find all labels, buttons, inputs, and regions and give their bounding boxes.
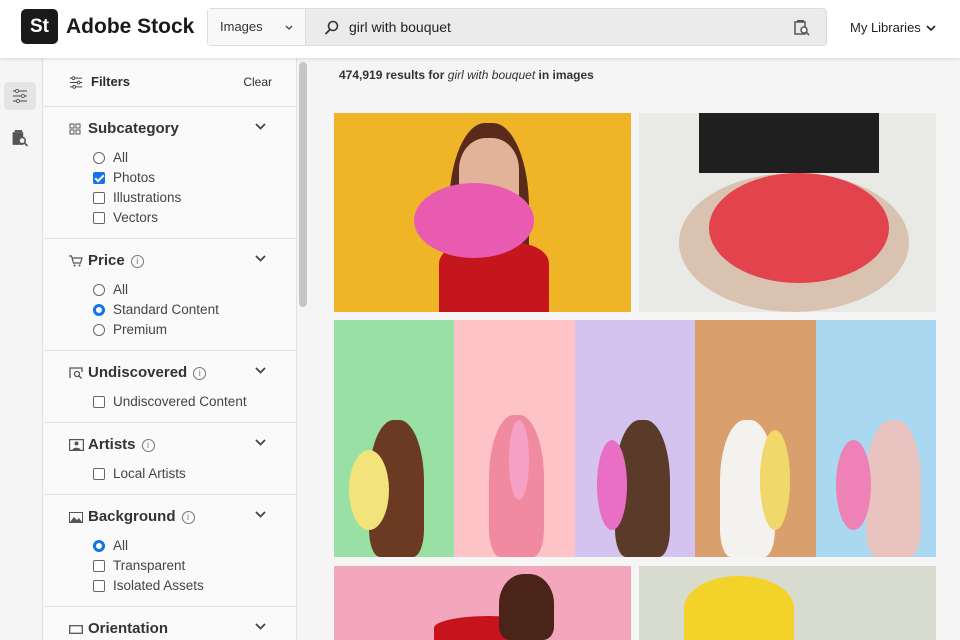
- results-summary: 474,919 results for girl with bouquet in…: [339, 68, 594, 82]
- result-image[interactable]: [334, 566, 631, 640]
- filters-scrollbar[interactable]: [299, 62, 307, 307]
- grid-icon: [69, 119, 88, 139]
- adobe-stock-logo[interactable]: St: [21, 9, 58, 44]
- chevron-down-icon[interactable]: [255, 511, 266, 518]
- asset-type-dropdown[interactable]: Images: [208, 9, 306, 45]
- left-rail: [0, 58, 43, 640]
- chevron-down-icon[interactable]: [255, 367, 266, 374]
- result-image[interactable]: [334, 113, 631, 312]
- filters-toggle-icon[interactable]: [4, 82, 36, 110]
- info-icon[interactable]: i: [181, 510, 195, 524]
- option-illustrations[interactable]: Illustrations: [93, 188, 296, 208]
- option-local-artists[interactable]: Local Artists: [93, 464, 296, 484]
- option-standard-content[interactable]: Standard Content: [93, 300, 296, 320]
- option-all[interactable]: All: [93, 536, 296, 556]
- search-bar: Images girl with bouquet: [207, 8, 827, 46]
- image-icon: [69, 507, 88, 527]
- artist-icon: [69, 435, 88, 455]
- orientation-icon: [69, 619, 88, 639]
- filter-section-undiscovered: Undiscovered i Undiscovered Content: [44, 351, 296, 423]
- option-isolated-assets[interactable]: Isolated Assets: [93, 576, 296, 596]
- cart-icon: [69, 251, 88, 271]
- option-vectors[interactable]: Vectors: [93, 208, 296, 228]
- header: St Adobe Stock Images girl with bouquet …: [0, 0, 960, 58]
- chevron-down-icon: [285, 25, 293, 30]
- asset-type-label: Images: [220, 19, 263, 35]
- filter-section-artists: Artists i Local Artists: [44, 423, 296, 495]
- option-premium[interactable]: Premium: [93, 320, 296, 340]
- filter-section-subcategory: Subcategory All Photos Illustrations Vec…: [44, 107, 296, 239]
- chevron-down-icon[interactable]: [255, 255, 266, 262]
- search-input[interactable]: girl with bouquet: [349, 19, 451, 36]
- info-icon[interactable]: i: [193, 366, 207, 380]
- option-transparent[interactable]: Transparent: [93, 556, 296, 576]
- filters-panel: Filters Clear Subcategory All Photos Illu…: [44, 58, 297, 640]
- option-all[interactable]: All: [93, 148, 296, 168]
- filter-section-price: Price i All Standard Content Premium: [44, 239, 296, 351]
- info-icon[interactable]: i: [141, 438, 155, 452]
- filter-section-orientation: Orientation: [44, 607, 296, 639]
- option-all[interactable]: All: [93, 280, 296, 300]
- option-photos[interactable]: Photos: [93, 168, 296, 188]
- result-image[interactable]: [639, 566, 936, 640]
- undiscovered-icon: [69, 363, 88, 383]
- filter-section-background: Background i All Transparent Isolated Ass…: [44, 495, 296, 607]
- filters-heading: Filters: [69, 74, 130, 90]
- chevron-down-icon[interactable]: [255, 123, 266, 130]
- visual-search-rail-icon[interactable]: [4, 124, 36, 152]
- search-icon: [324, 20, 339, 35]
- result-image[interactable]: [334, 320, 936, 557]
- brand-name[interactable]: Adobe Stock: [66, 15, 194, 39]
- chevron-down-icon[interactable]: [255, 623, 266, 630]
- clear-filters-button[interactable]: Clear: [243, 74, 272, 90]
- my-libraries-menu[interactable]: My Libraries: [850, 20, 936, 36]
- result-image[interactable]: [639, 113, 936, 312]
- chevron-down-icon[interactable]: [255, 439, 266, 446]
- option-undiscovered-content[interactable]: Undiscovered Content: [93, 392, 296, 412]
- my-libraries-label: My Libraries: [850, 20, 921, 35]
- sliders-icon: [69, 75, 83, 89]
- visual-search-icon[interactable]: [794, 19, 810, 36]
- chevron-down-icon: [926, 25, 936, 31]
- info-icon[interactable]: i: [130, 254, 144, 268]
